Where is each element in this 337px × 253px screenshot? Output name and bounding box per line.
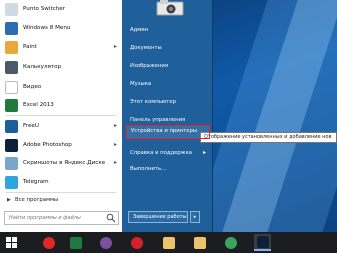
all-programs-label: Все программы bbox=[15, 197, 59, 203]
start-search-input[interactable]: Найти программы и файлы bbox=[4, 211, 119, 225]
program-item[interactable]: Скриншоты в Яндекс.Диске ▸ bbox=[0, 154, 122, 174]
places-item-label: Админ bbox=[130, 27, 149, 33]
places-item-label: Музыка bbox=[130, 81, 152, 87]
calculator-icon bbox=[5, 61, 18, 74]
windows8-menu-icon bbox=[5, 22, 18, 35]
shutdown-label: Завершение работы bbox=[133, 214, 187, 220]
program-item[interactable]: Windows 8 Menu bbox=[0, 19, 122, 39]
places-item[interactable]: Устройства и принтеры bbox=[126, 125, 210, 139]
tooltip-text: Отображение установленных и добавление н… bbox=[204, 134, 332, 140]
places-item-label: Панель управления bbox=[130, 117, 186, 123]
program-item[interactable]: Adobe Photoshop ▸ bbox=[0, 136, 122, 156]
chrome-taskbar-button[interactable] bbox=[222, 234, 239, 251]
file-explorer-1-taskbar-button[interactable] bbox=[160, 234, 177, 251]
program-label: Punto Switcher bbox=[23, 6, 65, 12]
opera-icon bbox=[130, 236, 143, 249]
places-item[interactable]: Админ bbox=[126, 23, 210, 37]
shutdown-button[interactable]: Завершение работы bbox=[128, 211, 188, 223]
menu-divider bbox=[6, 115, 116, 116]
excel-taskbar-button[interactable] bbox=[67, 234, 84, 251]
program-label: FreeU bbox=[23, 123, 39, 129]
program-label: Excel 2013 bbox=[23, 102, 54, 108]
user-picture-camera-icon[interactable] bbox=[155, 0, 185, 16]
windows-logo-icon bbox=[6, 237, 18, 249]
program-label: Калькулятор bbox=[23, 64, 62, 70]
chevron-right-icon: ▸ bbox=[193, 214, 197, 220]
yandex-disk-screenshot-icon bbox=[5, 157, 18, 170]
search-placeholder: Найти программы и файлы bbox=[9, 215, 81, 221]
punto-switcher-icon bbox=[5, 3, 18, 16]
program-item[interactable]: Telegram bbox=[0, 173, 122, 193]
program-label: Windows 8 Menu bbox=[23, 25, 71, 31]
places-item-label: Выполнить... bbox=[130, 166, 167, 172]
freeu-icon bbox=[5, 120, 18, 133]
folder-icon bbox=[193, 236, 206, 249]
places-item[interactable]: Изображения bbox=[126, 59, 210, 73]
submenu-arrow-icon: ▸ bbox=[113, 141, 117, 148]
photoshop-icon bbox=[256, 235, 269, 248]
places-item-label: Документы bbox=[130, 45, 162, 51]
taskbar bbox=[0, 232, 337, 253]
program-label: Скриншоты в Яндекс.Диске bbox=[23, 160, 106, 166]
program-item[interactable]: Punto Switcher bbox=[0, 0, 122, 20]
places-item[interactable]: Выполнить... bbox=[126, 162, 210, 176]
shutdown-options-button[interactable]: ▸ bbox=[190, 211, 200, 223]
places-item[interactable]: Музыка bbox=[126, 77, 210, 91]
video-icon bbox=[5, 81, 18, 94]
places-item-label: Справка и поддержка bbox=[130, 150, 193, 156]
submenu-arrow-icon: ▸ bbox=[113, 122, 117, 129]
yandex-browser-icon bbox=[42, 236, 55, 249]
search-icon bbox=[106, 213, 116, 223]
folder-icon bbox=[162, 236, 175, 249]
tooltip: Отображение установленных и добавление н… bbox=[200, 132, 337, 143]
telegram-icon bbox=[5, 176, 18, 189]
excel-icon bbox=[69, 236, 82, 249]
places-item[interactable]: Этот компьютер bbox=[126, 95, 210, 109]
program-label: Видео bbox=[23, 84, 42, 90]
opera-taskbar-button[interactable] bbox=[128, 234, 145, 251]
excel-icon bbox=[5, 99, 18, 112]
all-programs-button[interactable]: ▶ Все программы bbox=[0, 194, 122, 206]
program-label: Paint bbox=[23, 44, 37, 50]
submenu-arrow-icon: ▸ bbox=[113, 159, 117, 166]
viber-icon bbox=[99, 236, 112, 249]
places-item[interactable]: Справка и поддержка ▸ bbox=[126, 146, 210, 160]
chrome-icon bbox=[224, 236, 237, 249]
program-item[interactable]: Paint ▸ bbox=[0, 38, 122, 58]
program-item[interactable]: FreeU ▸ bbox=[0, 117, 122, 137]
places-item[interactable]: Документы bbox=[126, 41, 210, 55]
program-label: Adobe Photoshop bbox=[23, 142, 72, 148]
viber-taskbar-button[interactable] bbox=[97, 234, 114, 251]
places-item-label: Этот компьютер bbox=[130, 99, 176, 105]
photoshop-taskbar-button[interactable] bbox=[254, 234, 271, 251]
submenu-arrow-icon: ▸ bbox=[113, 43, 117, 50]
start-button-taskbar-button[interactable] bbox=[3, 234, 20, 251]
expand-triangle-icon: ▶ bbox=[7, 197, 11, 203]
submenu-arrow-icon: ▸ bbox=[202, 149, 206, 156]
program-item[interactable]: Калькулятор bbox=[0, 58, 122, 78]
photoshop-icon bbox=[5, 139, 18, 152]
program-label: Telegram bbox=[23, 179, 49, 185]
program-item[interactable]: Видео bbox=[0, 78, 122, 98]
menu-divider bbox=[6, 192, 116, 193]
file-explorer-2-taskbar-button[interactable] bbox=[191, 234, 208, 251]
paint-icon bbox=[5, 41, 18, 54]
yandex-browser-taskbar-button[interactable] bbox=[40, 234, 57, 251]
places-item-label: Устройства и принтеры bbox=[131, 128, 198, 134]
places-item-label: Изображения bbox=[130, 63, 169, 69]
program-item[interactable]: Excel 2013 bbox=[0, 96, 122, 116]
